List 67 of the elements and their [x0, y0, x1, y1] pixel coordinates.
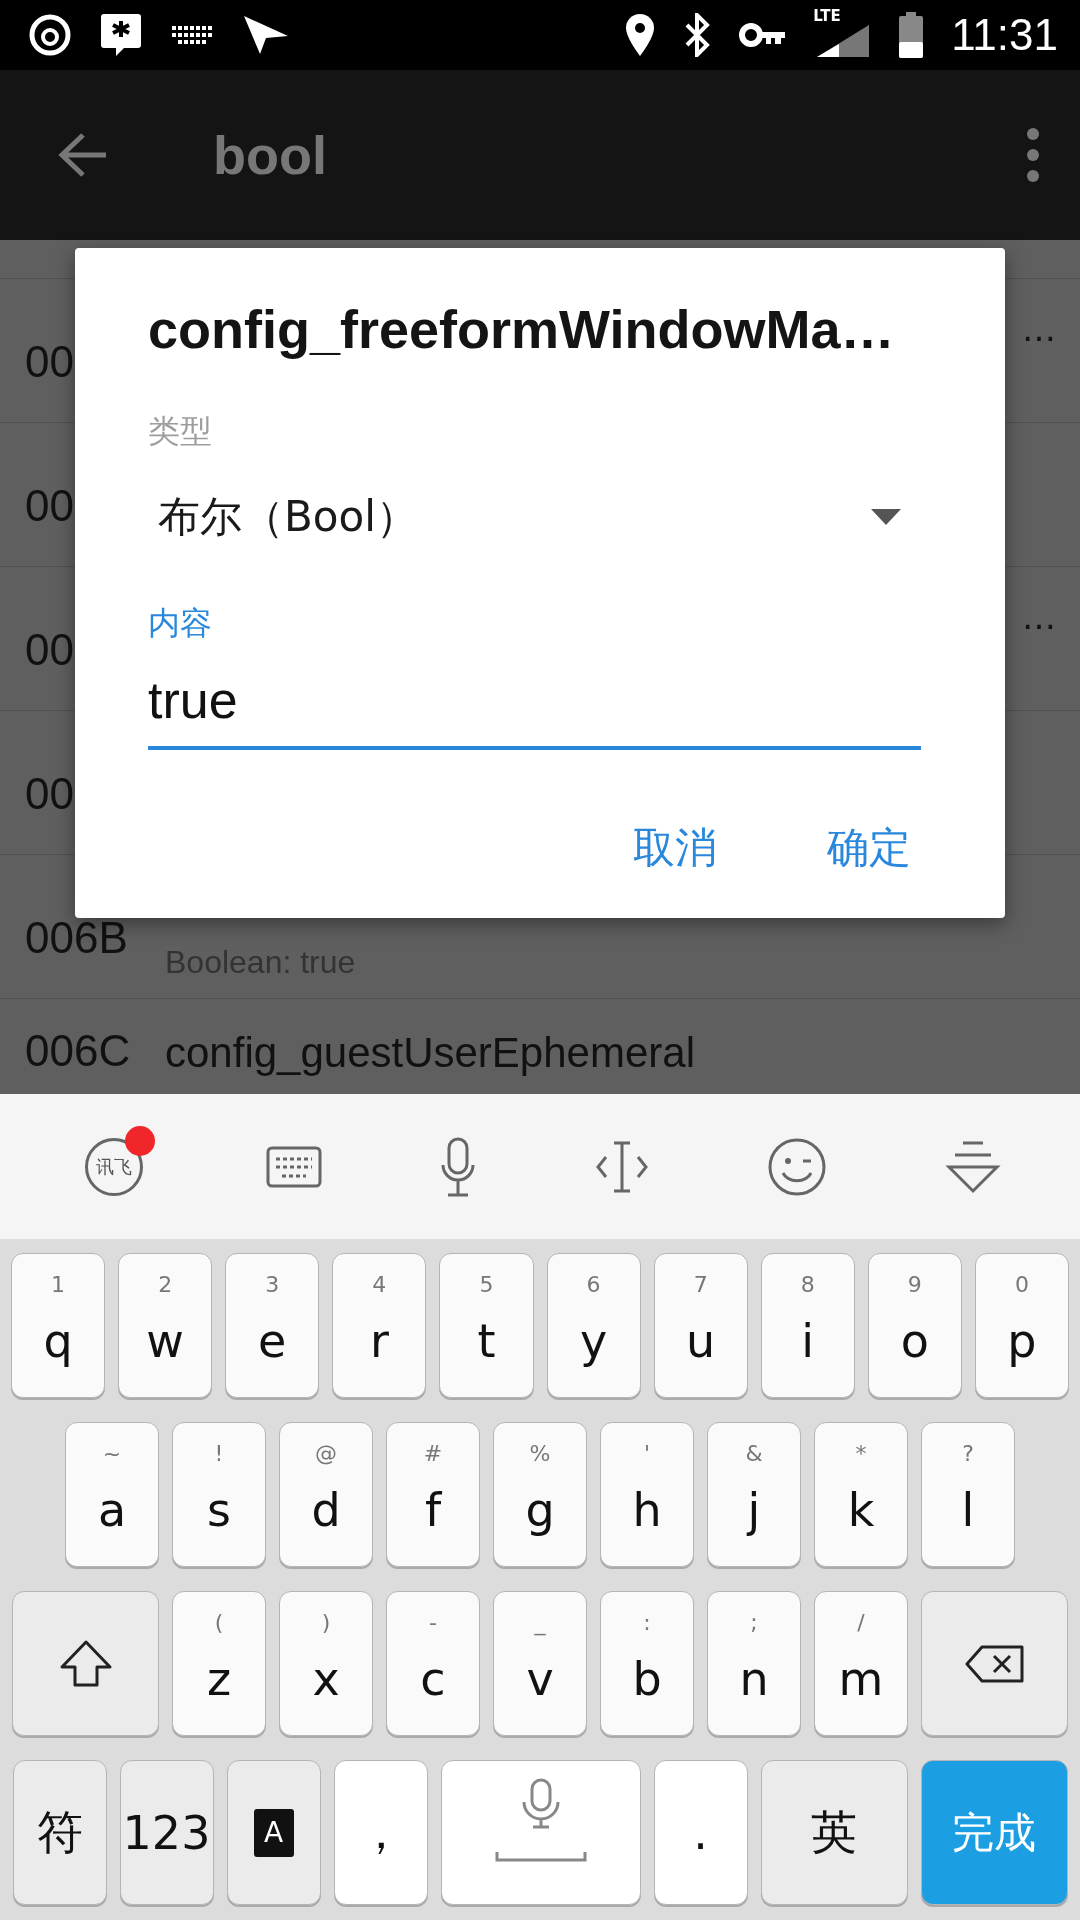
- battery-icon: [899, 12, 924, 58]
- back-arrow-icon[interactable]: [58, 132, 108, 178]
- letter-key[interactable]: ' h: [600, 1422, 694, 1567]
- key-icon: [739, 21, 788, 49]
- letter-key[interactable]: : b: [600, 1591, 694, 1736]
- content-label: 内容: [148, 603, 212, 644]
- ellipsis: …: [1022, 597, 1056, 637]
- key[interactable]: .: [653, 1760, 748, 1905]
- paper-plane-icon: [242, 14, 290, 56]
- emoji-icon[interactable]: [767, 1136, 828, 1197]
- row-index: 006C: [25, 1029, 132, 1073]
- dialog-title: config_freeformWindowMa…: [148, 298, 896, 360]
- key[interactable]: 英: [760, 1760, 908, 1905]
- letter-key[interactable]: 4 r: [332, 1253, 427, 1398]
- network-label: LTE: [813, 7, 841, 25]
- letter-key[interactable]: 3 e: [225, 1253, 320, 1398]
- dialog-button[interactable]: 取消: [633, 820, 717, 876]
- letter-key[interactable]: ~ a: [65, 1422, 159, 1567]
- location-pin-icon: [625, 13, 656, 57]
- letter-key[interactable]: 5 t: [439, 1253, 534, 1398]
- type-label: 类型: [148, 411, 212, 452]
- microphone-icon[interactable]: [440, 1136, 477, 1197]
- key[interactable]: ，: [333, 1760, 428, 1905]
- keyboard-icon[interactable]: [266, 1145, 323, 1188]
- letter-key[interactable]: & j: [707, 1422, 801, 1567]
- dictionary-key[interactable]: A: [226, 1760, 321, 1905]
- letter-key[interactable]: ( z: [172, 1591, 266, 1736]
- chat-bubble-icon: [100, 12, 142, 58]
- letter-key[interactable]: * k: [814, 1422, 908, 1567]
- clock: 11:31: [951, 10, 1058, 60]
- letter-key[interactable]: 1 q: [11, 1253, 106, 1398]
- dialog-button[interactable]: 确定: [827, 820, 911, 876]
- letter-key[interactable]: # f: [386, 1422, 480, 1567]
- letter-key[interactable]: 8 i: [760, 1253, 855, 1398]
- letter-key[interactable]: 2 w: [118, 1253, 213, 1398]
- row-index: 00: [25, 339, 75, 384]
- key[interactable]: 123: [119, 1760, 214, 1905]
- letter-key[interactable]: 0 p: [974, 1253, 1069, 1398]
- letter-key[interactable]: ) x: [279, 1591, 373, 1736]
- ellipsis: …: [1022, 309, 1056, 349]
- row-index: 00: [25, 483, 75, 528]
- row-index: 006B: [25, 915, 129, 960]
- letter-key[interactable]: @ d: [279, 1422, 373, 1567]
- bluetooth-icon: [683, 13, 712, 57]
- letter-key[interactable]: 6 y: [546, 1253, 641, 1398]
- row-index: 00: [25, 771, 75, 816]
- signal-icon: [815, 23, 872, 59]
- letter-key[interactable]: ! s: [172, 1422, 266, 1567]
- backspace-icon: [963, 1643, 1026, 1684]
- letter-key[interactable]: ? l: [921, 1422, 1015, 1567]
- shift-key[interactable]: [12, 1591, 159, 1736]
- row-index: 00: [25, 627, 75, 672]
- letter-key[interactable]: 7 u: [653, 1253, 748, 1398]
- content-field[interactable]: true: [148, 654, 921, 750]
- letter-key[interactable]: ; n: [707, 1591, 801, 1736]
- letter-key[interactable]: 9 o: [867, 1253, 962, 1398]
- keyboard-icon: [170, 24, 214, 46]
- letter-key[interactable]: / m: [814, 1591, 908, 1736]
- key[interactable]: 符: [12, 1760, 107, 1905]
- type-dropdown[interactable]: 布尔（Bool）: [148, 462, 921, 572]
- letter-key[interactable]: % g: [493, 1422, 587, 1567]
- dropdown-caret-icon[interactable]: [871, 509, 901, 525]
- letter-key[interactable]: - c: [386, 1591, 480, 1736]
- more-options-icon[interactable]: [1026, 127, 1040, 183]
- screen-title: bool: [213, 124, 328, 186]
- letter-key[interactable]: _ v: [493, 1591, 587, 1736]
- backspace-key[interactable]: [921, 1591, 1068, 1736]
